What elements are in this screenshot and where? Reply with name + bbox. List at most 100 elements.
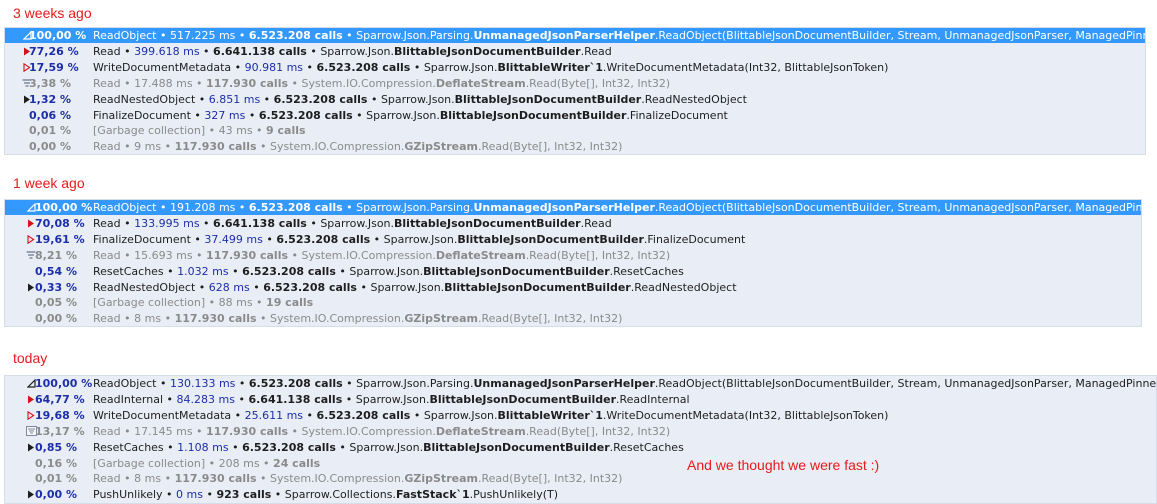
separator-dot: •: [120, 248, 135, 262]
percent-value: 19,61 %: [35, 232, 85, 246]
separator-dot: •: [192, 76, 207, 90]
row-details: ReadObject • 517.225 ms • 6.523.208 call…: [93, 28, 1145, 43]
separator-dot: •: [410, 60, 424, 74]
time-value: 133.995 ms: [134, 216, 200, 230]
time-value: 9 ms: [134, 140, 162, 154]
separator-dot: •: [235, 377, 249, 390]
namespace: Sparrow.Json.: [366, 108, 440, 122]
separator-dot: •: [120, 472, 135, 486]
namespace: Sparrow.Json.: [355, 392, 430, 406]
call-tree-row[interactable]: 0,54 % ResetCaches • 1.032 ms • 6.523.208…: [5, 264, 1141, 279]
percent-value: 8,21 %: [35, 248, 77, 262]
separator-dot: •: [120, 76, 135, 90]
qualified-method: Sparrow.Json.BlittableJsonDocumentBuilde…: [370, 281, 736, 294]
qualified-method: Sparrow.Json.BlittableJsonDocumentBuilde…: [349, 441, 683, 454]
method-name: ReadObject: [93, 377, 157, 390]
percent-value: 0,33 %: [35, 280, 77, 294]
call-tree-row[interactable]: 3,38 % Read • 17.488 ms • 117.930 calls •…: [5, 76, 1145, 91]
call-tree-row[interactable]: 100,00 % ReadObject • 191.208 ms • 6.523.…: [5, 200, 1141, 215]
call-tree-row[interactable]: 0,06 % FinalizeDocument • 327 ms • 6.523.…: [5, 108, 1145, 123]
call-tree-row[interactable]: 0,01 % Read • 8 ms • 117.930 calls • Syst…: [5, 471, 1156, 486]
time-value: 628 ms: [208, 280, 250, 294]
call-tree-row[interactable]: 100,00 % ReadObject • 517.225 ms • 6.523.…: [5, 28, 1145, 43]
qualified-method: Sparrow.Json.Parsing.UnmanagedJsonParser…: [356, 29, 1145, 42]
separator-dot: •: [190, 108, 205, 122]
row-details: ResetCaches • 1.032 ms • 6.523.208 calls…: [93, 264, 684, 279]
separator-dot: •: [252, 124, 267, 138]
call-tree-row[interactable]: 0,00 % Read • 9 ms • 117.930 calls • Syst…: [5, 139, 1145, 154]
time-value: 84.283 ms: [176, 392, 235, 406]
row-details: ReadInternal • 84.283 ms • 6.641.138 cal…: [93, 392, 690, 407]
method-name: ReadInternal: [93, 392, 164, 406]
method-name: ResetCaches: [93, 264, 164, 278]
call-tree-row[interactable]: 64,77 % ReadInternal • 84.283 ms • 6.641.…: [5, 392, 1156, 407]
call-tree-row[interactable]: 1,32 % ReadNestedObject • 6.851 ms • 6.52…: [5, 92, 1145, 107]
separator-dot: •: [235, 201, 249, 214]
row-details: Read • 17.145 ms • 117.930 calls • Syste…: [93, 424, 670, 439]
separator-dot: •: [259, 456, 274, 470]
call-tree-row[interactable]: 0,33 % ReadNestedObject • 628 ms • 6.523.…: [5, 280, 1141, 295]
call-tree-row[interactable]: 0,85 % ResetCaches • 1.108 ms • 6.523.208…: [5, 440, 1156, 455]
separator-dot: •: [228, 440, 243, 454]
percent-value: 0,01 %: [35, 472, 77, 486]
calls-value: 117.930 calls: [174, 472, 257, 486]
separator-dot: •: [228, 264, 243, 278]
call-tree-row[interactable]: 19,61 % FinalizeDocument • 37.499 ms • 6.…: [5, 232, 1141, 247]
call-tree-row[interactable]: 70,08 % Read • 133.995 ms • 6.641.138 cal…: [5, 216, 1141, 231]
method-name: Read: [93, 140, 121, 154]
method-signature: .ResetCaches: [609, 264, 684, 278]
call-tree-row[interactable]: 77,26 % Read • 399.618 ms • 6.641.138 cal…: [5, 44, 1145, 59]
separator-dot: •: [352, 108, 367, 122]
percent-value: 0,00 %: [29, 140, 71, 154]
method-name: PushUnlikely: [93, 488, 163, 502]
call-tree-row[interactable]: 13,17 % Read • 17.145 ms • 117.930 calls …: [5, 424, 1156, 439]
call-tree-row[interactable]: 0,00 % Read • 8 ms • 117.930 calls • Syst…: [5, 311, 1141, 326]
call-tree-row[interactable]: 17,59 % WriteDocumentMetadata • 90.981 ms…: [5, 60, 1145, 75]
method-name: ReadNestedObject: [93, 92, 196, 106]
qualified-method: System.IO.Compression.GZipStream.Read(By…: [270, 312, 622, 325]
percent-value: 100,00 %: [35, 377, 93, 390]
row-details: Read • 17.488 ms • 117.930 calls • Syste…: [93, 76, 670, 91]
separator-dot: •: [195, 92, 209, 106]
method-signature: .Read(Byte[], Int32, Int32): [525, 424, 671, 438]
separator-dot: •: [161, 140, 175, 154]
method-name: WriteDocumentMetadata: [93, 60, 232, 74]
separator-dot: •: [262, 232, 277, 246]
calls-value: 6.523.208 calls: [316, 408, 411, 422]
separator-dot: •: [303, 60, 317, 74]
call-tree-row[interactable]: 0,05 % [Garbage collection] • 88 ms • 19 …: [5, 295, 1141, 310]
calls-value: 6.523.208 calls: [276, 232, 371, 246]
separator-dot: •: [288, 424, 302, 438]
separator-dot: •: [335, 264, 350, 278]
call-tree-row[interactable]: 0,01 % [Garbage collection] • 43 ms • 9 c…: [5, 123, 1145, 138]
row-details: Read • 8 ms • 117.930 calls • System.IO.…: [93, 471, 622, 486]
namespace: Sparrow.Json.: [349, 264, 424, 278]
separator-dot: •: [342, 201, 357, 214]
call-tree-row[interactable]: 0,16 % [Garbage collection] • 208 ms • 24…: [5, 456, 1156, 471]
qualified-method: Sparrow.Collections.FastStack`1.PushUnli…: [285, 488, 558, 501]
class-name: BlittableJsonDocumentBuilder: [423, 264, 610, 278]
separator-dot: •: [367, 92, 381, 106]
row-details: WriteDocumentMetadata • 25.611 ms • 6.52…: [93, 408, 888, 423]
call-tree-row[interactable]: 100,00 % ReadObject • 130.133 ms • 6.523.…: [5, 376, 1156, 391]
separator-dot: •: [199, 216, 214, 230]
call-tree-row[interactable]: 0,00 % PushUnlikely • 0 ms • 923 calls • …: [5, 487, 1156, 502]
call-tree-row[interactable]: 8,21 % Read • 15.693 ms • 117.930 calls •…: [5, 248, 1141, 263]
row-details: [Garbage collection] • 208 ms • 24 calls: [93, 456, 320, 471]
separator-dot: •: [205, 124, 219, 138]
calls-value: 117.930 calls: [174, 140, 257, 154]
namespace: Sparrow.Json.: [423, 408, 498, 422]
separator-dot: •: [163, 440, 178, 454]
qualified-method: System.IO.Compression.DeflateStream.Read…: [302, 249, 671, 262]
class-name: UnmanagedJsonParserHelper: [473, 201, 655, 214]
call-tree-row[interactable]: 19,68 % WriteDocumentMetadata • 25.611 ms…: [5, 408, 1156, 423]
separator-dot: •: [252, 296, 267, 310]
namespace: Sparrow.Json.: [380, 92, 455, 106]
method-name: ResetCaches: [93, 440, 164, 454]
separator-dot: •: [342, 392, 356, 406]
separator-dot: •: [199, 44, 214, 58]
method-signature: .Read(Byte[], Int32, Int32): [477, 312, 623, 326]
separator-dot: •: [156, 377, 170, 390]
separator-dot: •: [303, 408, 317, 422]
qualified-method: Sparrow.Json.BlittableJsonDocumentBuilde…: [381, 93, 747, 106]
